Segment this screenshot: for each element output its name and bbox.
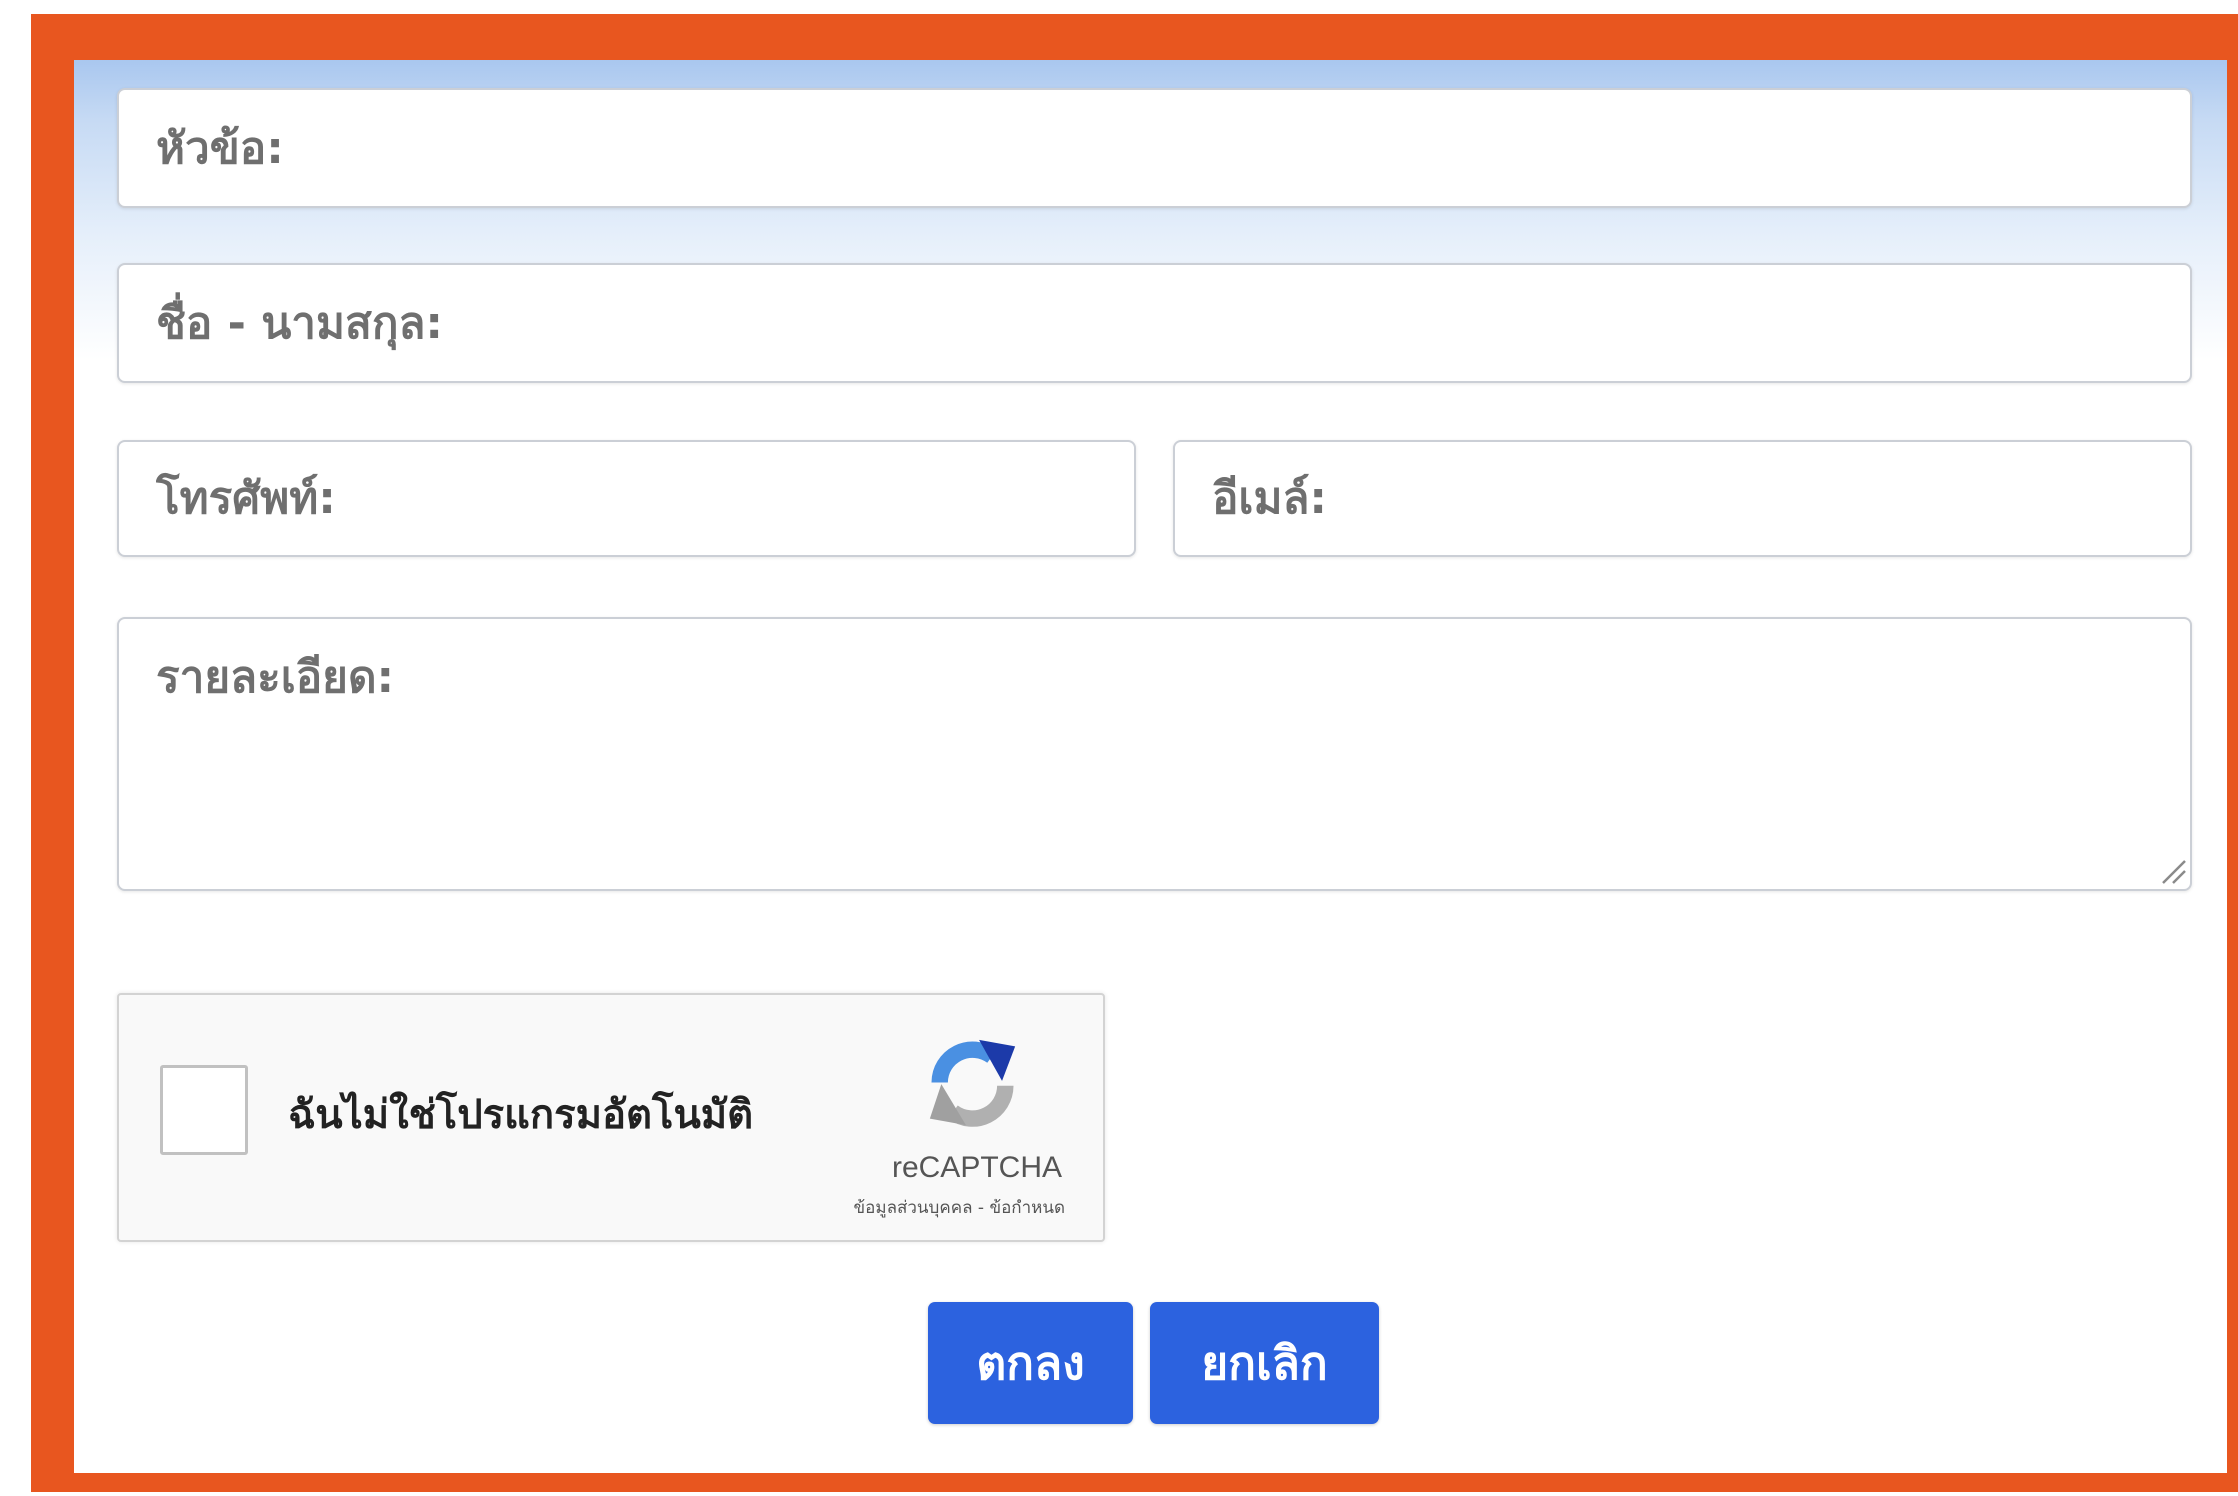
recaptcha-widget: ฉันไม่ใช่โปรแกรมอัตโนมัติ reCAPTCHA ข้อม… — [117, 993, 1105, 1242]
subject-input[interactable] — [117, 88, 2192, 208]
details-textarea[interactable] — [117, 617, 2192, 891]
submit-button[interactable]: ตกลง — [928, 1302, 1133, 1424]
fullname-input[interactable] — [117, 263, 2192, 383]
recaptcha-logo-icon — [920, 1030, 1025, 1135]
contact-form-panel: ฉันไม่ใช่โปรแกรมอัตโนมัติ reCAPTCHA ข้อม… — [74, 60, 2227, 1473]
privacy-link[interactable]: ข้อมูลส่วนบุคคล — [854, 1198, 973, 1218]
email-input[interactable] — [1173, 440, 2192, 557]
recaptcha-links: ข้อมูลส่วนบุคคล - ข้อกำหนด — [854, 1195, 1065, 1221]
recaptcha-checkbox[interactable] — [160, 1065, 248, 1155]
recaptcha-checkbox-label: ฉันไม่ใช่โปรแกรมอัตโนมัติ — [288, 1092, 754, 1138]
phone-input[interactable] — [117, 440, 1136, 557]
resize-grip-icon — [2162, 860, 2186, 884]
cancel-button[interactable]: ยกเลิก — [1150, 1302, 1379, 1424]
links-separator: - — [977, 1198, 985, 1218]
textarea-resize-handle[interactable] — [2155, 853, 2187, 885]
recaptcha-brand-text: reCAPTCHA — [891, 1151, 1062, 1184]
form-frame: ฉันไม่ใช่โปรแกรมอัตโนมัติ reCAPTCHA ข้อม… — [31, 14, 2238, 1492]
terms-link[interactable]: ข้อกำหนด — [989, 1198, 1065, 1218]
